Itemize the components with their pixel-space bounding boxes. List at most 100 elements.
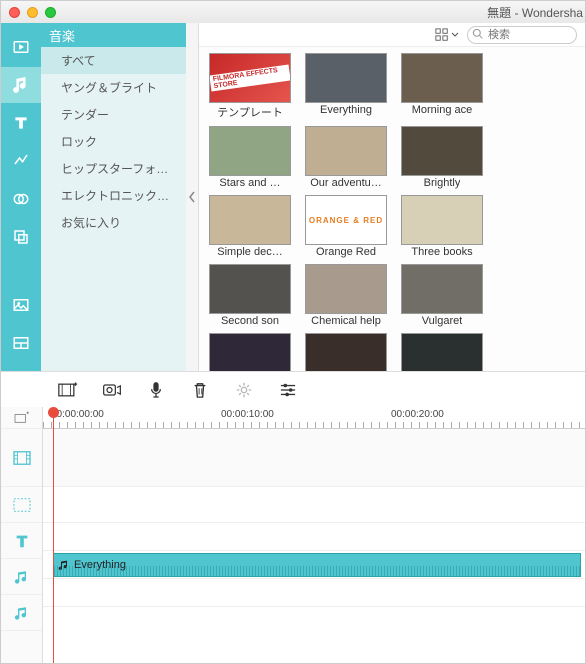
sliders-button[interactable] — [277, 379, 299, 401]
thumbnail-image — [305, 264, 387, 314]
thumbnail-image — [209, 264, 291, 314]
voiceover-button[interactable] — [145, 379, 167, 401]
track-audio2-head[interactable] — [1, 595, 42, 631]
media-thumbnail[interactable]: Simple dec… — [209, 195, 291, 258]
thumbnail-label: テンプレート — [217, 104, 283, 120]
nav-text-icon[interactable] — [1, 105, 41, 141]
thumbnail-label: Our adventu… — [310, 177, 382, 189]
media-thumbnail[interactable]: FILMORA EFFECTS STOREテンプレート — [209, 53, 291, 120]
media-thumbnail[interactable] — [305, 333, 387, 371]
track-audio1-head[interactable] — [1, 559, 42, 595]
thumbnail-image — [401, 53, 483, 103]
zoom-window-button[interactable] — [45, 7, 56, 18]
audio-track-1[interactable]: Everything — [43, 551, 585, 579]
category-item[interactable]: お気に入り — [41, 209, 189, 236]
overlay-track[interactable] — [43, 487, 585, 523]
thumbnail-label: Three books — [411, 246, 472, 258]
thumbnail-grid[interactable]: FILMORA EFFECTS STOREテンプレート Everything Mor… — [199, 47, 585, 371]
nav-elements-icon[interactable] — [1, 219, 41, 255]
category-header: 音楽 — [41, 23, 189, 47]
thumbnail-image — [305, 333, 387, 371]
category-item[interactable]: エレクトロニック… — [41, 182, 189, 209]
search-box — [467, 25, 577, 44]
category-item[interactable]: ヤング＆ブライト — [41, 74, 189, 101]
search-input[interactable] — [467, 26, 577, 44]
ruler-tick: 00:00:20:00 — [391, 409, 444, 420]
audio-clip-label: Everything — [74, 559, 126, 571]
time-ruler[interactable]: 00:00:00:00 00:00:10:00 00:00:20:00 — [43, 407, 585, 429]
thumbnail-label: Vulgaret — [422, 315, 463, 327]
minimize-window-button[interactable] — [27, 7, 38, 18]
timeline-tracks[interactable]: 00:00:00:00 00:00:10:00 00:00:20:00 Ever… — [43, 407, 585, 663]
audio-track-2[interactable] — [43, 579, 585, 607]
media-thumbnail[interactable]: Our adventu… — [305, 126, 387, 189]
video-track[interactable] — [43, 429, 585, 487]
thumbnail-image — [401, 195, 483, 245]
add-media-button[interactable] — [57, 379, 79, 401]
media-thumbnail[interactable]: Stars and … — [209, 126, 291, 189]
audio-clip[interactable]: Everything — [53, 553, 581, 577]
thumbnail-label: Second son — [221, 315, 279, 327]
thumbnail-label: Brightly — [424, 177, 461, 189]
thumbnail-image — [305, 126, 387, 176]
track-text-head[interactable] — [1, 523, 42, 559]
record-button[interactable] — [101, 379, 123, 401]
media-browser: FILMORA EFFECTS STOREテンプレート Everything Mor… — [198, 23, 585, 371]
track-video-head[interactable] — [1, 429, 42, 487]
library-panel: 音楽 すべてヤング＆ブライトテンダーロックヒップスターフォ…エレクトロニック…お… — [1, 23, 585, 371]
playhead[interactable] — [53, 407, 54, 663]
media-thumbnail[interactable]: Chemical help — [305, 264, 387, 327]
nav-music-icon[interactable] — [1, 67, 41, 103]
thumbnail-label: Morning ace — [412, 104, 473, 116]
category-item[interactable]: ヒップスターフォ… — [41, 155, 189, 182]
search-icon — [472, 28, 483, 39]
nav-media-icon[interactable] — [1, 29, 41, 65]
nav-transition-icon[interactable] — [1, 143, 41, 179]
thumbnail-label: Chemical help — [311, 315, 381, 327]
thumbnail-image: ORANGE & RED — [305, 195, 387, 245]
media-thumbnail[interactable]: Vulgaret — [401, 264, 483, 327]
window-controls — [9, 7, 56, 18]
media-thumbnail[interactable]: Second son — [209, 264, 291, 327]
category-item[interactable]: ロック — [41, 128, 189, 155]
thumbnail-image — [209, 195, 291, 245]
media-thumbnail[interactable] — [401, 333, 483, 371]
media-thumbnail[interactable]: Everything — [305, 53, 387, 120]
browser-toolbar — [199, 23, 585, 47]
delete-button[interactable] — [189, 379, 211, 401]
nav-effects-icon[interactable] — [1, 181, 41, 217]
category-item[interactable]: すべて — [41, 47, 189, 74]
thumbnail-image — [209, 126, 291, 176]
thumbnail-label: Stars and … — [219, 177, 280, 189]
media-thumbnail[interactable]: Brightly — [401, 126, 483, 189]
thumbnail-image — [305, 53, 387, 103]
media-thumbnail[interactable] — [209, 333, 291, 371]
text-track[interactable] — [43, 523, 585, 551]
thumbnail-image — [401, 264, 483, 314]
collapse-handle[interactable] — [186, 23, 198, 371]
thumbnail-image — [401, 126, 483, 176]
nav-layout-icon[interactable] — [1, 325, 41, 361]
timeline: 00:00:00:00 00:00:10:00 00:00:20:00 Ever… — [1, 407, 585, 663]
ruler-tick: 00:00:10:00 — [221, 409, 274, 420]
nav-iconbar — [1, 23, 41, 371]
thumbnail-label: Orange Red — [316, 246, 376, 258]
timeline-toolbar — [1, 371, 585, 407]
media-thumbnail[interactable]: ORANGE & REDOrange Red — [305, 195, 387, 258]
settings-gear-button[interactable] — [233, 379, 255, 401]
track-headers — [1, 407, 43, 663]
thumbnail-label: Everything — [320, 104, 372, 116]
thumbnail-label: Simple dec… — [217, 246, 282, 258]
close-window-button[interactable] — [9, 7, 20, 18]
media-thumbnail[interactable]: Three books — [401, 195, 483, 258]
thumbnail-image: FILMORA EFFECTS STORE — [209, 53, 291, 103]
category-list: すべてヤング＆ブライトテンダーロックヒップスターフォ…エレクトロニック…お気に入… — [41, 47, 189, 371]
track-overlay-head[interactable] — [1, 487, 42, 523]
media-thumbnail[interactable]: Morning ace — [401, 53, 483, 120]
thumbnail-image — [401, 333, 483, 371]
category-item[interactable]: テンダー — [41, 101, 189, 128]
add-marker-button[interactable] — [1, 407, 42, 429]
window-title: 無題 - Wondersha — [487, 4, 585, 21]
view-toggle[interactable] — [433, 26, 461, 44]
nav-image-icon[interactable] — [1, 287, 41, 323]
